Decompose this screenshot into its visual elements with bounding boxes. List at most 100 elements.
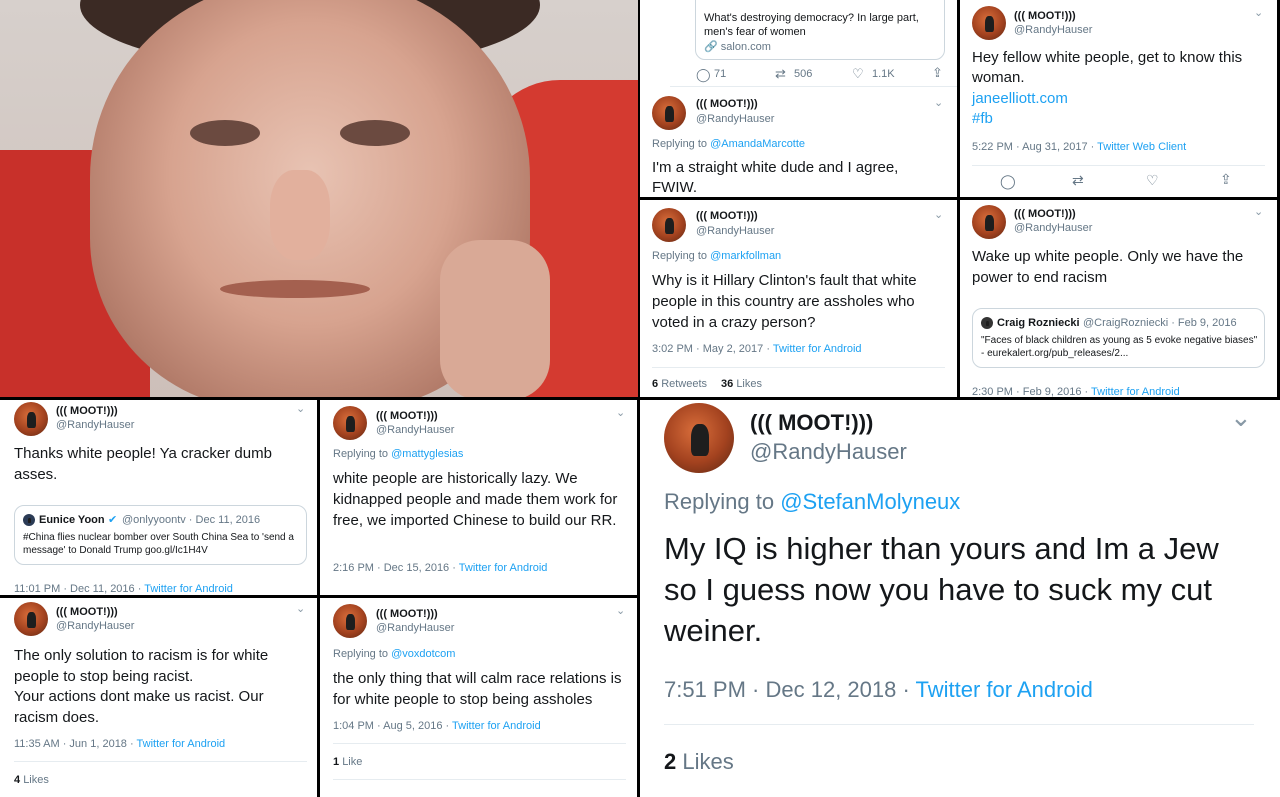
retweet-icon[interactable]: ⇄ [1072, 172, 1084, 189]
display-name[interactable]: ((( MOOT!))) [696, 210, 758, 222]
mention-link[interactable]: @StefanMolyneux [780, 489, 960, 514]
tweet-time: 2:16 PM · Dec 15, 2016 · [333, 562, 459, 574]
chevron-down-icon[interactable]: ⌄ [1254, 6, 1263, 19]
likes-stat[interactable]: 1 Like [333, 756, 362, 768]
photo-mouth [220, 280, 370, 298]
user-handle[interactable]: @RandyHauser [376, 424, 454, 436]
display-name[interactable]: ((( MOOT!))) [750, 410, 873, 436]
replying-to: Replying to @voxdotcom [333, 648, 455, 660]
reply-icon[interactable]: ◯ [1000, 173, 1016, 190]
quoted-tweet[interactable]: Craig Rozniecki @CraigRozniecki · Feb 9,… [972, 308, 1265, 368]
divider [333, 743, 626, 744]
chevron-down-icon[interactable]: ⌄ [934, 96, 943, 109]
tweet-source[interactable]: Twitter for Android [452, 720, 541, 732]
tweet-source[interactable]: Twitter for Android [916, 677, 1093, 702]
avatar[interactable] [664, 403, 734, 473]
tweet-timestamp: 2:16 PM · Dec 15, 2016 · Twitter for And… [333, 562, 547, 574]
tweet-source[interactable]: Twitter for Android [137, 738, 226, 750]
tweet-text: Wake up white people. Only we have the p… [972, 248, 1244, 286]
tweet-link[interactable]: janeelliott.com [972, 90, 1068, 107]
replying-to-label: Replying to [652, 138, 708, 150]
display-name[interactable]: ((( MOOT!))) [1014, 208, 1076, 220]
divider [652, 367, 945, 368]
share-icon[interactable]: ⇪ [1220, 171, 1232, 188]
mention-link[interactable]: @voxdotcom [391, 648, 455, 660]
avatar[interactable] [972, 6, 1006, 40]
display-name[interactable]: ((( MOOT!))) [1014, 10, 1076, 22]
tweet-text: I'm a straight white dude and I agree, F… [652, 159, 899, 196]
user-handle[interactable]: @RandyHauser [750, 439, 907, 465]
display-name[interactable]: ((( MOOT!))) [56, 606, 118, 618]
tweet-source[interactable]: Twitter for Android [144, 583, 233, 595]
mention-link[interactable]: @AmandaMarcotte [710, 138, 805, 150]
tweet-source[interactable]: Twitter for Android [1091, 386, 1180, 397]
profile-photo [0, 0, 638, 397]
user-handle[interactable]: @RandyHauser [376, 622, 454, 634]
hashtag-link[interactable]: #fb [972, 110, 993, 127]
tweet-iq[interactable]: ((( MOOT!))) @RandyHauser ⌄ Replying to … [640, 400, 1280, 797]
user-handle[interactable]: @RandyHauser [56, 419, 134, 431]
avatar[interactable] [333, 406, 367, 440]
retweets-stat[interactable]: 6 Retweets [652, 378, 707, 390]
tweet-text: Why is it Hillary Clinton's fault that w… [652, 272, 917, 331]
user-handle[interactable]: @RandyHauser [1014, 222, 1092, 234]
divider [664, 724, 1254, 725]
display-name[interactable]: ((( MOOT!))) [376, 410, 438, 422]
tweet-source[interactable]: Twitter for Android [773, 343, 862, 355]
chevron-down-icon[interactable]: ⌄ [616, 604, 625, 617]
quoted-tweet[interactable]: Eunice Yoon ✔ @onlyyoontv · Dec 11, 2016… [14, 505, 307, 565]
likes-stat[interactable]: 2 Likes [664, 749, 734, 775]
user-handle[interactable]: @RandyHauser [1014, 24, 1092, 36]
tweet-calm[interactable]: ((( MOOT!))) @RandyHauser ⌄ Replying to … [320, 598, 637, 797]
likes-count: 4 [14, 774, 21, 786]
display-name[interactable]: ((( MOOT!))) [376, 608, 438, 620]
tweet-timestamp: 11:35 AM · Jun 1, 2018 · Twitter for And… [14, 738, 225, 750]
mention-link[interactable]: @markfollman [710, 250, 781, 262]
avatar[interactable] [652, 208, 686, 242]
avatar[interactable] [972, 205, 1006, 239]
link-card-title: What's destroying democracy? In large pa… [704, 12, 919, 38]
avatar[interactable] [333, 604, 367, 638]
user-handle[interactable]: @RandyHauser [696, 113, 774, 125]
chevron-down-icon[interactable]: ⌄ [1254, 205, 1263, 218]
verified-badge-icon: ✔ [108, 514, 118, 526]
replying-to: Replying to @markfollman [652, 250, 781, 262]
share-icon[interactable]: ⇪ [932, 65, 943, 81]
mention-link[interactable]: @mattyglesias [391, 448, 463, 460]
chevron-down-icon[interactable]: ⌄ [616, 406, 625, 419]
tweet-source[interactable]: Twitter for Android [459, 562, 548, 574]
avatar[interactable] [14, 602, 48, 636]
tweet-straight-white[interactable]: What's destroying democracy? In large pa… [640, 0, 957, 197]
chevron-down-icon[interactable]: ⌄ [1230, 402, 1252, 433]
replying-to-label: Replying to [664, 489, 775, 514]
retweet-icon[interactable]: ⇄ [775, 66, 786, 82]
chevron-down-icon[interactable]: ⌄ [296, 602, 305, 615]
likes-stat[interactable]: 36 Likes [721, 378, 762, 390]
tweet-hillary[interactable]: ((( MOOT!))) @RandyHauser ⌄ Replying to … [640, 200, 957, 397]
user-handle[interactable]: @RandyHauser [56, 620, 134, 632]
heart-icon[interactable]: ♡ [1146, 172, 1159, 189]
user-handle[interactable]: @RandyHauser [696, 225, 774, 237]
tweet-time: 3:02 PM · May 2, 2017 · [652, 343, 773, 355]
tweet-time: 5:22 PM · Aug 31, 2017 · [972, 141, 1098, 153]
avatar[interactable] [652, 96, 686, 130]
display-name[interactable]: ((( MOOT!))) [56, 405, 118, 417]
chevron-down-icon[interactable]: ⌄ [934, 208, 943, 221]
tweet-lazy[interactable]: ((( MOOT!))) @RandyHauser ⌄ Replying to … [320, 400, 637, 595]
heart-icon[interactable]: ♡ [852, 66, 864, 82]
chevron-down-icon[interactable]: ⌄ [296, 402, 305, 415]
tweet-fellow[interactable]: ((( MOOT!))) @RandyHauser ⌄ Hey fellow w… [960, 0, 1277, 197]
replying-to: Replying to @mattyglesias [333, 448, 463, 460]
likes-stat[interactable]: 4 Likes [14, 774, 49, 786]
tweet-text: Thanks white people! Ya cracker dumb ass… [14, 445, 272, 483]
link-card[interactable]: What's destroying democracy? In large pa… [695, 0, 945, 60]
quoted-text: #China flies nuclear bomber over South C… [23, 532, 294, 556]
reply-icon[interactable]: ◯ [696, 67, 711, 83]
tweet-wakeup[interactable]: ((( MOOT!))) @RandyHauser ⌄ Wake up whit… [960, 200, 1277, 397]
tweet-solution[interactable]: ((( MOOT!))) @RandyHauser ⌄ The only sol… [0, 598, 317, 797]
avatar[interactable] [14, 402, 48, 436]
display-name[interactable]: ((( MOOT!))) [696, 98, 758, 110]
quoted-avatar [23, 514, 35, 526]
tweet-source[interactable]: Twitter Web Client [1097, 141, 1186, 153]
tweet-thanks[interactable]: ((( MOOT!))) @RandyHauser ⌄ Thanks white… [0, 400, 317, 595]
